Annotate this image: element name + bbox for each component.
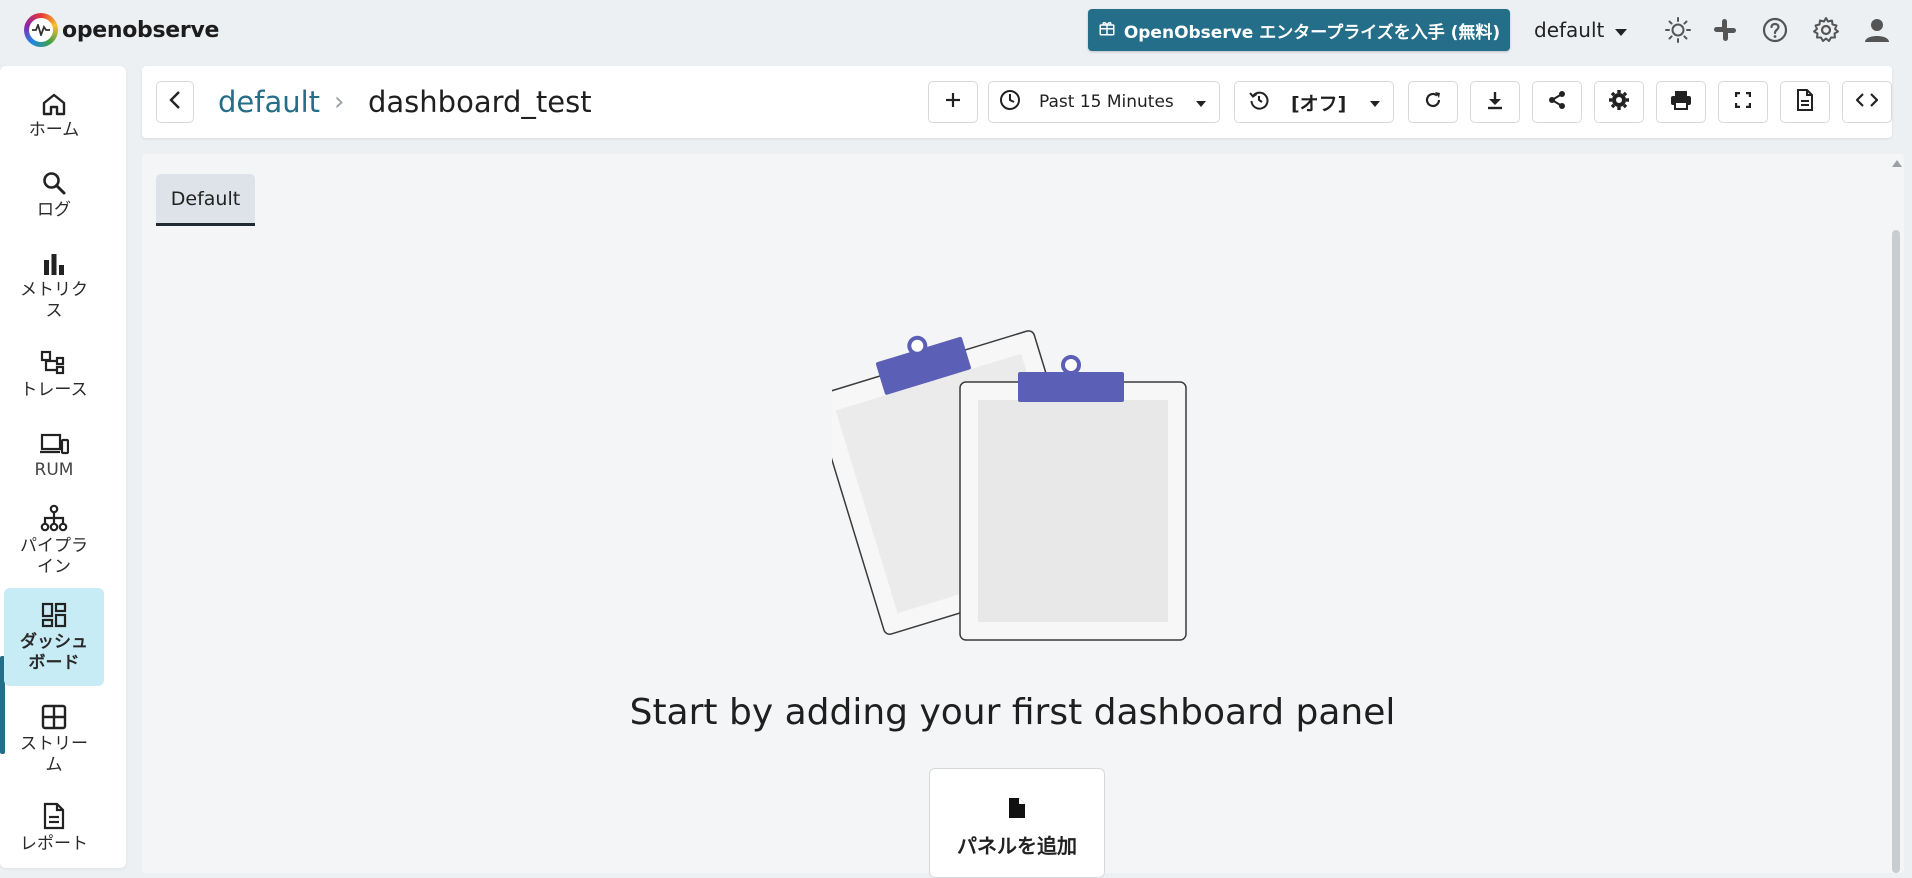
search-icon <box>41 162 67 196</box>
view-code-button[interactable] <box>1842 81 1892 123</box>
fullscreen-icon <box>1734 91 1752 112</box>
chevron-left-icon <box>168 90 182 114</box>
clock-icon <box>999 89 1021 115</box>
refresh-icon <box>1423 90 1443 114</box>
sidebar-item-dashboards[interactable]: ダッシュボード <box>4 588 104 686</box>
tab-default[interactable]: Default <box>156 174 255 226</box>
empty-state-message: Start by adding your first dashboard pan… <box>629 692 1396 733</box>
clipboard-illustration <box>832 330 1187 641</box>
dashboard-settings-button[interactable] <box>1594 81 1644 123</box>
add-panel-label: パネルを追加 <box>957 834 1077 858</box>
sidebar-item-label: メトリクス <box>20 280 88 321</box>
gift-icon <box>1098 19 1116 42</box>
download-button[interactable] <box>1470 81 1520 123</box>
document-icon <box>1796 89 1814 115</box>
time-range-value: Past 15 Minutes <box>1039 92 1174 112</box>
caret-down-icon <box>1195 93 1207 112</box>
top-bar: openobserve OpenObserve エンタープライズを入手 (無料)… <box>0 0 1912 58</box>
devices-icon <box>39 422 69 456</box>
share-icon <box>1547 90 1567 114</box>
scrollbar[interactable] <box>1892 230 1900 873</box>
history-icon <box>1249 90 1269 114</box>
breadcrumb-separator: › <box>334 87 345 117</box>
new-file-icon <box>1008 797 1026 824</box>
sidebar-item-logs[interactable]: ログ <box>4 162 104 228</box>
json-export-button[interactable] <box>1780 81 1830 123</box>
dashboard-header: default › dashboard_test Past 15 Minutes… <box>142 66 1892 138</box>
sidebar-item-label: レポート <box>20 834 88 854</box>
get-enterprise-label: OpenObserve エンタープライズを入手 (無料) <box>1123 22 1501 43</box>
refresh-interval-picker[interactable]: [オフ] <box>1234 81 1394 123</box>
user-icon[interactable] <box>1861 14 1893 46</box>
sidebar-item-pipelines[interactable]: パイプライン <box>4 498 104 594</box>
sidebar-item-label: ダッシュボード <box>20 632 88 673</box>
trace-icon <box>40 342 68 376</box>
add-panel-button[interactable]: パネルを追加 <box>929 768 1105 878</box>
sidebar-item-traces[interactable]: トレース <box>4 342 104 408</box>
sidebar-item-label: パイプライン <box>20 536 88 577</box>
sidebar-item-metrics[interactable]: メトリクス <box>4 242 104 328</box>
print-icon <box>1670 90 1692 114</box>
app-logo[interactable]: openobserve <box>24 13 219 47</box>
back-button[interactable] <box>156 81 194 123</box>
organization-value: default <box>1534 18 1605 42</box>
plus-icon <box>944 91 962 113</box>
dashboard-title: dashboard_test <box>368 85 592 119</box>
add-panel-header-button[interactable] <box>928 81 978 123</box>
sidebar-item-label: RUM <box>34 460 74 480</box>
sidebar-item-rum[interactable]: RUM <box>4 422 104 488</box>
fullscreen-button[interactable] <box>1718 81 1768 123</box>
sidebar-item-label: ホーム <box>28 120 80 140</box>
scroll-up-arrow-icon[interactable] <box>1892 160 1902 167</box>
download-icon <box>1486 90 1504 114</box>
get-enterprise-button[interactable]: OpenObserve エンタープライズを入手 (無料) <box>1088 9 1510 51</box>
gear-icon <box>1608 89 1630 115</box>
organization-select[interactable]: default <box>1534 14 1628 46</box>
home-icon <box>41 82 67 116</box>
sidebar-item-label: ログ <box>37 200 71 220</box>
report-icon <box>43 796 65 830</box>
settings-icon[interactable] <box>1810 14 1842 46</box>
refresh-interval-value: [オフ] <box>1291 92 1347 115</box>
slack-icon[interactable] <box>1709 14 1741 46</box>
caret-down-icon <box>1369 93 1381 112</box>
openobserve-logo-icon <box>24 13 58 47</box>
dashboard-content: Default Start by adding your first dashb… <box>142 154 1904 878</box>
share-button[interactable] <box>1532 81 1582 123</box>
code-icon <box>1855 92 1879 112</box>
help-icon[interactable] <box>1759 14 1791 46</box>
sidebar-item-streams[interactable]: ストリーム <box>4 696 104 782</box>
refresh-button[interactable] <box>1408 81 1458 123</box>
pipeline-icon <box>40 498 68 532</box>
app-name: openobserve <box>62 17 220 43</box>
time-range-picker[interactable]: Past 15 Minutes <box>988 81 1220 123</box>
dashboard-icon <box>41 594 67 628</box>
sidebar: ホーム ログ メトリクス トレース RUM パイプライン ダッシュボード ストリ… <box>0 66 126 868</box>
print-button[interactable] <box>1656 81 1706 123</box>
stream-grid-icon <box>41 696 67 730</box>
bar-chart-icon <box>42 242 66 276</box>
sidebar-item-label: トレース <box>20 380 88 400</box>
caret-down-icon <box>1614 18 1628 42</box>
sidebar-item-home[interactable]: ホーム <box>4 82 104 148</box>
breadcrumb-folder[interactable]: default <box>218 82 320 122</box>
theme-icon[interactable] <box>1662 14 1694 46</box>
sidebar-item-reports[interactable]: レポート <box>4 796 104 862</box>
sidebar-item-label: ストリーム <box>20 734 88 775</box>
